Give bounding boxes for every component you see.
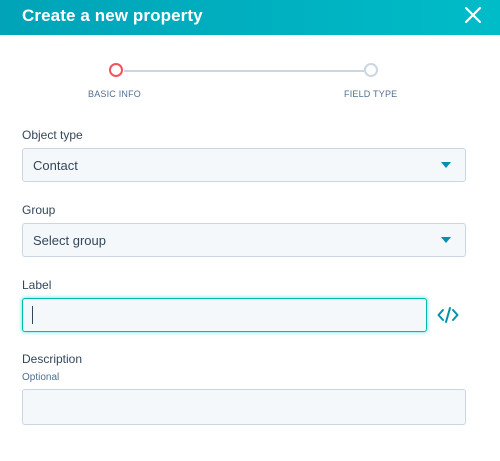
chevron-down-icon [441, 162, 451, 168]
description-textarea[interactable] [22, 389, 466, 425]
description-label: Description [22, 352, 83, 366]
code-icon[interactable] [437, 305, 459, 325]
step-field-type-dot [364, 63, 378, 77]
label-field-label: Label [22, 278, 52, 292]
object-type-label: Object type [22, 128, 83, 142]
label-input[interactable] [22, 298, 427, 332]
stepper-line [124, 70, 364, 72]
group-select[interactable]: Select group [22, 223, 466, 257]
object-type-value: Contact [33, 158, 78, 173]
description-optional-hint: Optional [22, 372, 60, 383]
chevron-down-icon [441, 237, 451, 243]
text-cursor [32, 306, 33, 324]
group-value: Select group [33, 233, 106, 248]
progress-stepper: BASIC INFO FIELD TYPE [0, 0, 500, 110]
object-type-select[interactable]: Contact [22, 148, 466, 182]
step-basic-info-dot [109, 63, 123, 77]
step-basic-info-label: BASIC INFO [88, 89, 142, 99]
step-field-type-label: FIELD TYPE [344, 89, 398, 99]
group-label: Group [22, 203, 56, 217]
